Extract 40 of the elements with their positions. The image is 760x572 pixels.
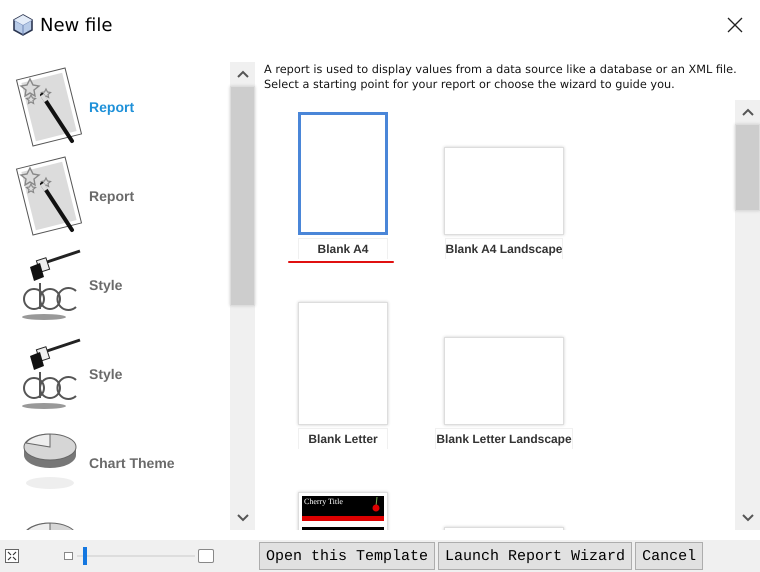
thumbnail-title: Cherry Title xyxy=(304,497,343,506)
template-label: Blank A4 xyxy=(298,238,388,259)
template-item[interactable]: Blank Letter Landscape xyxy=(429,298,579,488)
sidebar-label: Report xyxy=(89,188,134,204)
dialog-button[interactable]: Open this Template xyxy=(259,542,436,570)
cube-icon xyxy=(11,13,35,37)
scroll-down-icon[interactable] xyxy=(236,514,248,522)
template-label: Blank A4 Landscape xyxy=(444,238,564,259)
close-icon[interactable] xyxy=(727,17,743,33)
scrollbar[interactable] xyxy=(230,62,255,530)
description-text: A report is used to display values from a data source like a database or an XML file. xyxy=(264,62,738,77)
blank-page-thumbnail[interactable] xyxy=(298,112,388,235)
template-label: Blank Letter xyxy=(298,428,388,449)
scroll-thumb[interactable] xyxy=(230,86,255,306)
sidebar-label: Style xyxy=(89,276,122,292)
template-label: Blank Letter Landscape xyxy=(435,428,573,449)
scroll-down-icon[interactable] xyxy=(742,514,754,522)
dialog-button[interactable]: Launch Report Wizard xyxy=(438,542,632,570)
scrollbar[interactable] xyxy=(735,100,760,530)
sidebar-item[interactable]: Style xyxy=(0,240,230,329)
sidebar-item[interactable]: Report xyxy=(0,151,230,240)
sidebar-item[interactable]: Style xyxy=(0,329,230,418)
scroll-up-icon[interactable] xyxy=(742,108,754,116)
scroll-up-icon[interactable] xyxy=(236,70,248,78)
description-text: Select a starting point for your report or choose the wizard to guide you. xyxy=(264,77,676,92)
sidebar-label: Report xyxy=(89,98,134,114)
template-item[interactable]: Cherry Title xyxy=(288,488,398,530)
template-item[interactable]: Blank Letter xyxy=(288,298,398,488)
template-thumbnail[interactable]: Cherry Title xyxy=(298,492,388,530)
template-item[interactable]: Blank A4 xyxy=(288,108,398,298)
scroll-thumb[interactable] xyxy=(735,124,760,211)
window-title: New file xyxy=(40,14,112,36)
sidebar-item[interactable]: Chart Theme xyxy=(0,418,230,507)
dialog-button[interactable]: Cancel xyxy=(635,542,704,570)
template-item[interactable]: Blank A4 Landscape xyxy=(429,108,579,298)
zoom-slider-thumb[interactable] xyxy=(82,547,86,565)
cherry-icon xyxy=(372,497,382,513)
fit-screen-icon[interactable] xyxy=(5,549,19,563)
sidebar-label: Style xyxy=(89,366,122,382)
sidebar-label: Chart Theme xyxy=(89,454,175,470)
